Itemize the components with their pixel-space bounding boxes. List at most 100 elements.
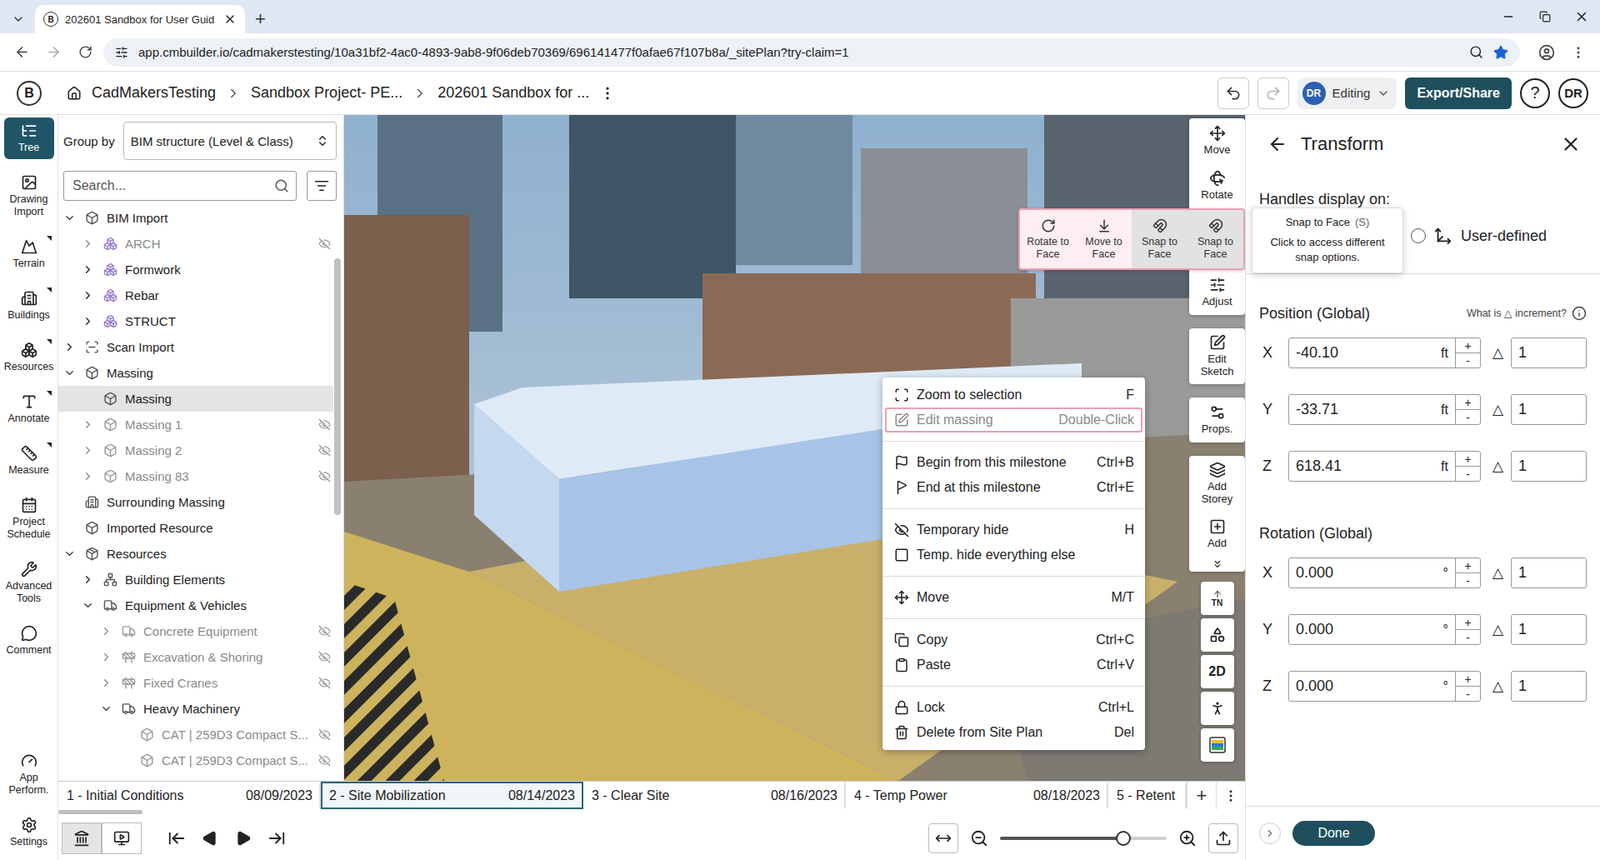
site-info-icon[interactable] xyxy=(115,45,129,60)
user-avatar[interactable]: DR xyxy=(1558,78,1589,109)
expand-chevron-icon[interactable] xyxy=(100,702,113,715)
collapse-chevron-icon[interactable] xyxy=(100,625,113,638)
hidden-eye-icon[interactable] xyxy=(318,470,331,483)
zoom-in-icon[interactable] xyxy=(1178,829,1197,848)
increase-button[interactable]: + xyxy=(1455,558,1480,574)
tree-row[interactable]: Equipment & Vehicles xyxy=(58,592,334,619)
rail-item[interactable]: Project Schedule xyxy=(4,491,55,546)
tree-row[interactable]: Excavation & Shoring xyxy=(58,644,334,670)
increment-input[interactable]: 1 xyxy=(1510,614,1587,645)
milestone-tab[interactable]: 4 - Temp Power08/18/2023 xyxy=(845,781,1109,810)
new-tab-button[interactable]: + xyxy=(245,5,276,34)
home-icon[interactable] xyxy=(66,85,82,101)
tree-row[interactable]: Imported Resource xyxy=(58,515,334,541)
minimize-button[interactable] xyxy=(1490,0,1527,34)
collapse-chevron-icon[interactable] xyxy=(81,573,95,586)
menu-item[interactable]: Temp. hide everything else xyxy=(885,542,1143,568)
close-panel-button[interactable] xyxy=(1560,133,1582,155)
increment-input[interactable]: 1 xyxy=(1510,557,1587,589)
view-mode-button[interactable] xyxy=(61,822,102,855)
tree-row[interactable]: Building Elements xyxy=(58,566,334,593)
collapse-chevron-icon[interactable] xyxy=(100,650,113,664)
menu-item[interactable]: Zoom to selectionF xyxy=(885,382,1143,408)
view-option-button[interactable] xyxy=(1200,691,1235,725)
rail-item[interactable]: Drawing Import xyxy=(4,169,55,224)
filter-button[interactable] xyxy=(306,170,337,201)
view-toggle-button[interactable]: TN xyxy=(1200,581,1235,615)
milestone-tab[interactable]: 2 - Site Mobilization08/14/2023 xyxy=(320,781,584,810)
tree-row[interactable]: Scan Import xyxy=(58,334,334,360)
tree-row[interactable]: CAT | 259D3 Compact S... xyxy=(58,721,334,748)
collapse-button[interactable] xyxy=(1259,822,1281,845)
scroll-thumb[interactable] xyxy=(334,258,341,515)
decrease-button[interactable]: - xyxy=(1455,573,1480,588)
done-button[interactable]: Done xyxy=(1292,820,1375,846)
menu-item[interactable]: End at this milestoneCtrl+E xyxy=(885,475,1143,500)
collapse-chevron-icon[interactable] xyxy=(81,418,95,431)
undo-button[interactable] xyxy=(1217,77,1250,110)
tree-row[interactable]: BIM Import xyxy=(58,205,334,231)
tree-row[interactable]: Surrounding Massing xyxy=(58,489,334,515)
expand-chevron-icon[interactable] xyxy=(63,211,76,225)
rail-item[interactable]: Settings xyxy=(4,811,55,854)
bookmark-star-icon[interactable] xyxy=(1493,45,1509,60)
menu-item[interactable]: Temporary hideH xyxy=(885,517,1143,543)
increase-button[interactable]: + xyxy=(1455,395,1480,410)
increment-input[interactable]: 1 xyxy=(1510,337,1587,369)
menu-item[interactable]: Delete from Site PlanDel xyxy=(885,720,1143,745)
breadcrumb-item[interactable]: CadMakersTesting xyxy=(91,84,216,102)
help-button[interactable]: ? xyxy=(1520,78,1550,109)
view-mode-button[interactable] xyxy=(101,822,142,855)
increase-button[interactable]: + xyxy=(1455,338,1480,354)
color-legend-button[interactable] xyxy=(1200,728,1235,762)
rail-item[interactable]: Terrain xyxy=(4,233,55,275)
handles-radio[interactable]: User-defined xyxy=(1410,226,1547,245)
snap-option[interactable]: Move to Face xyxy=(1075,210,1132,269)
more-tools-button[interactable] xyxy=(1189,556,1245,572)
rail-item[interactable]: Measure xyxy=(4,440,55,482)
tool-button[interactable]: Rotate xyxy=(1189,163,1245,209)
export-view-button[interactable] xyxy=(1208,823,1239,854)
add-milestone-button[interactable]: + xyxy=(1186,781,1216,810)
menu-item[interactable]: Edit massingDouble-Click xyxy=(885,407,1143,433)
rail-item[interactable]: Comment xyxy=(4,620,55,662)
menu-item[interactable]: PasteCtrl+V xyxy=(885,652,1143,678)
tool-button[interactable]: Add xyxy=(1189,511,1245,557)
rail-item[interactable]: App Perform. xyxy=(4,747,55,802)
collapse-chevron-icon[interactable] xyxy=(81,315,95,328)
hidden-eye-icon[interactable] xyxy=(318,237,331,250)
rail-item[interactable]: Tree xyxy=(4,117,55,160)
tree-row[interactable]: Rebar xyxy=(58,282,334,309)
tree-row[interactable]: Massing xyxy=(58,360,334,386)
redo-button[interactable] xyxy=(1257,77,1290,110)
tree-row[interactable]: CAT | 259D3 Compact S... xyxy=(58,747,334,774)
collapse-chevron-icon[interactable] xyxy=(81,263,95,276)
back-button[interactable] xyxy=(8,39,35,66)
rail-item[interactable]: Annotate xyxy=(4,388,55,430)
menu-item[interactable]: LockCtrl+L xyxy=(885,695,1143,720)
forward-button[interactable] xyxy=(40,39,67,66)
hidden-eye-icon[interactable] xyxy=(318,728,331,741)
increment-input[interactable]: 1 xyxy=(1510,450,1587,482)
collapse-chevron-icon[interactable] xyxy=(81,470,95,483)
app-logo[interactable]: B xyxy=(16,80,42,106)
milestone-tab[interactable]: 1 - Initial Conditions08/09/2023 xyxy=(58,781,321,810)
browser-menu-button[interactable] xyxy=(1565,39,1592,66)
increment-input[interactable]: 1 xyxy=(1510,394,1587,425)
value-input[interactable]: 0.000°+- xyxy=(1288,670,1481,702)
view-option-button[interactable] xyxy=(1200,618,1235,652)
expand-chevron-icon[interactable] xyxy=(63,547,76,560)
hidden-eye-icon[interactable] xyxy=(318,444,331,457)
tool-button[interactable]: Edit Sketch xyxy=(1189,328,1245,385)
omnibox[interactable]: app.cmbuilder.io/cadmakerstesting/10a31b… xyxy=(103,38,1520,67)
browser-tab[interactable]: B202601 Sandbox for User Guid xyxy=(35,5,245,34)
value-input[interactable]: 0.000°+- xyxy=(1288,557,1481,589)
decrease-button[interactable]: - xyxy=(1455,410,1480,425)
collapse-chevron-icon[interactable] xyxy=(81,444,95,457)
increase-button[interactable]: + xyxy=(1455,615,1480,630)
value-input[interactable]: 618.41ft+- xyxy=(1288,450,1481,482)
play-button[interactable] xyxy=(233,828,254,849)
back-arrow-icon[interactable] xyxy=(1267,134,1288,155)
restore-button[interactable] xyxy=(1526,0,1564,34)
zoom-out-icon[interactable] xyxy=(970,829,989,848)
